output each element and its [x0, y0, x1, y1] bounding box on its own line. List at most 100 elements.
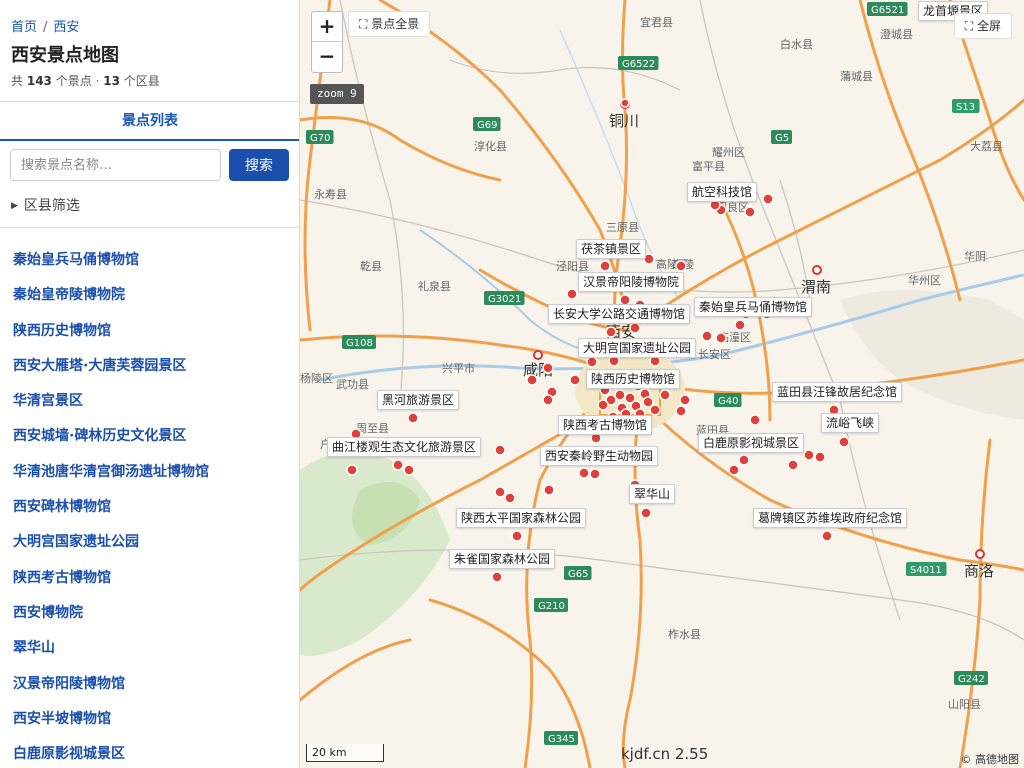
town-label: 白水县: [780, 37, 813, 51]
spot-list-item[interactable]: 翠华山: [13, 637, 209, 672]
town-label: 宜君县: [640, 15, 673, 29]
road-shield: G3021: [484, 291, 525, 305]
overview-button[interactable]: ⛶ 景点全景: [348, 11, 431, 37]
road-shield-label: G345: [548, 734, 575, 745]
poi-label[interactable]: 茯茶镇景区: [576, 239, 647, 259]
road-shield: G69: [473, 117, 501, 131]
zoom-in-button[interactable]: +: [312, 12, 342, 42]
poi-label[interactable]: 流峪飞峡: [821, 413, 880, 433]
poi-label[interactable]: 航空科技馆: [687, 182, 758, 202]
expand-icon: ⛶: [359, 17, 372, 31]
town-label: 澄城县: [880, 27, 913, 41]
road-shield-label: G65: [568, 569, 588, 580]
version-text: kjdf.cn 2.55: [621, 745, 709, 763]
town-label: 乾县: [360, 260, 382, 273]
search-input[interactable]: [10, 149, 221, 181]
district-filter-label: 区县筛选: [23, 198, 80, 214]
road-shield: G345: [544, 731, 578, 745]
zoom-control: + −: [311, 11, 343, 73]
spot-list-item[interactable]: 陕西历史博物馆: [13, 320, 209, 355]
zoom-out-button[interactable]: −: [312, 42, 342, 72]
town-label: 富平县: [692, 159, 725, 173]
zoom-level-badge: zoom 9: [310, 84, 364, 104]
poi-label[interactable]: 陕西太平国家森林公园: [456, 508, 587, 528]
road-shield-label: G210: [538, 601, 565, 612]
search-button[interactable]: 搜索: [229, 149, 289, 181]
city-label: 铜川: [609, 112, 639, 130]
town-label: 华州区: [908, 273, 941, 287]
town-label: 山阳县: [948, 698, 981, 711]
road-shield-label: G69: [477, 120, 497, 131]
spot-list-item[interactable]: 大明宫国家遗址公园: [13, 531, 209, 566]
town-label: 武功县: [336, 378, 369, 391]
breadcrumb-city-link[interactable]: 西安: [53, 20, 79, 35]
spot-list-item[interactable]: 西安博物院: [13, 602, 209, 637]
town-label: 淳化县: [474, 139, 507, 153]
road-shield: G242: [954, 671, 988, 685]
road-shield: G40: [714, 393, 742, 407]
breadcrumb-home-link[interactable]: 首页: [11, 20, 37, 35]
poi-label[interactable]: 蓝田县汪锋故居纪念馆: [772, 382, 903, 402]
breadcrumb-separator: /: [43, 20, 48, 35]
town-label: 柞水县: [668, 627, 701, 641]
road-shield-label: G6522: [622, 59, 655, 70]
poi-label[interactable]: 西安秦岭野生动物园: [540, 446, 659, 466]
town-label: 礼泉县: [418, 279, 451, 293]
road-shield: S4011: [906, 562, 947, 576]
poi-label[interactable]: 朱雀国家森林公园: [449, 549, 556, 569]
poi-label[interactable]: 秦始皇兵马俑博物馆: [694, 297, 813, 317]
spot-list-item[interactable]: 西安大雁塔·大唐芙蓉园景区: [13, 355, 209, 390]
spot-list-item[interactable]: 西安城墙·碑林历史文化景区: [13, 425, 209, 460]
road-shield-label: S13: [956, 102, 975, 113]
city-label: 渭南: [801, 278, 831, 296]
tab-spot-list[interactable]: 景点列表: [0, 101, 299, 141]
poi-label[interactable]: 翠华山: [629, 484, 676, 504]
fullscreen-button[interactable]: ⛶ 全屏: [953, 13, 1012, 39]
town-label: 蒲城县: [840, 69, 873, 83]
stats-prefix: 共: [11, 74, 24, 88]
spot-list-item[interactable]: 白鹿原影视城景区: [13, 743, 209, 768]
fullscreen-label: 全屏: [976, 19, 1001, 33]
page-title: 西安景点地图: [11, 45, 119, 66]
stats-line: 共 143 个景点 · 13 个区县: [11, 72, 160, 89]
road-shield: G108: [342, 335, 376, 349]
town-label: 杨陵区: [300, 371, 333, 385]
poi-label[interactable]: 白鹿原影视城景区: [698, 433, 805, 453]
district-filter-toggle[interactable]: ▶ 区县筛选: [11, 195, 80, 215]
poi-label[interactable]: 大明宫国家遗址公园: [578, 338, 697, 358]
spot-list-item[interactable]: 西安碑林博物馆: [13, 496, 209, 531]
divider: [0, 227, 299, 228]
poi-label[interactable]: 陕西历史博物馆: [586, 369, 681, 389]
town-label: 三原县: [606, 221, 639, 234]
poi-label[interactable]: 汉景帝阳陵博物院: [578, 272, 685, 292]
overview-label: 景点全景: [371, 17, 420, 31]
spot-list-item[interactable]: 秦始皇帝陵博物院: [13, 284, 209, 319]
road-shield-label: G3021: [488, 294, 521, 305]
stats-separator: ·: [95, 74, 100, 88]
spot-list-item[interactable]: 华清宫景区: [13, 390, 209, 425]
spot-list-item[interactable]: 汉景帝阳陵博物馆: [13, 673, 209, 708]
road-shield-label: G70: [310, 133, 330, 144]
spot-list-item[interactable]: 华清池唐华清宫御汤遗址博物馆: [13, 461, 209, 496]
spot-count: 143: [26, 74, 52, 88]
road-shield-label: G5: [775, 133, 789, 144]
spot-list-item[interactable]: 秦始皇兵马俑博物馆: [13, 249, 209, 284]
poi-label[interactable]: 曲江楼观生态文化旅游景区: [327, 437, 482, 457]
road-shield-label: G6521: [871, 5, 904, 16]
poi-label[interactable]: 长安大学公路交通博物馆: [548, 304, 691, 324]
breadcrumb: 首页 / 西安: [11, 16, 79, 35]
spot-list-item[interactable]: 西安半坡博物馆: [13, 708, 209, 743]
spot-list-item[interactable]: 陕西考古博物馆: [13, 567, 209, 602]
town-label: 兴平市: [442, 361, 475, 375]
map-view[interactable]: 铜川 咸阳 渭南 商洛 西安 宜君县 白水县 澄城县 蒲城县 大荔县 富平县 三原县 高陵区 泾阳县 礼泉…: [300, 0, 1024, 768]
fullscreen-icon: ⛶: [964, 19, 977, 33]
poi-label[interactable]: 陕西考古博物馆: [558, 415, 653, 435]
district-count-unit: 个区县: [123, 74, 160, 88]
poi-label[interactable]: 黑河旅游景区: [377, 390, 460, 410]
scale-bar: 20 km: [306, 744, 384, 762]
poi-label[interactable]: 葛牌镇区苏维埃政府纪念馆: [753, 508, 908, 528]
town-label: 大荔县: [970, 139, 1003, 153]
forest-area: [300, 452, 450, 656]
spot-count-unit: 个景点: [55, 74, 92, 88]
road-shield: G6521: [867, 2, 908, 16]
